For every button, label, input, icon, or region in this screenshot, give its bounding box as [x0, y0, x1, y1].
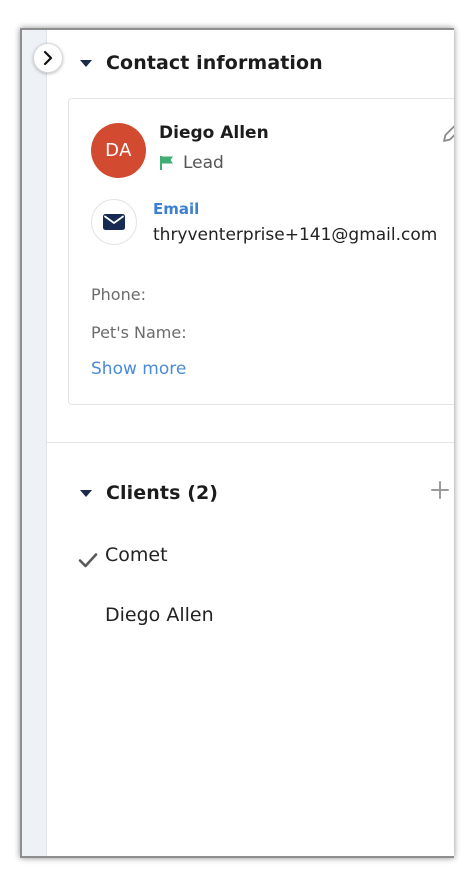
contact-info-toggle[interactable]: Contact information: [80, 52, 323, 74]
panel-rail: [22, 30, 47, 856]
checkmark-icon: [78, 553, 98, 568]
email-icon-badge: [91, 199, 137, 245]
envelope-icon: [103, 214, 125, 230]
client-item-comet[interactable]: Comet: [105, 544, 168, 566]
clients-toggle[interactable]: Clients (2): [80, 482, 218, 504]
pets-name-field-label: Pet's Name:: [91, 323, 187, 342]
plus-icon: [431, 481, 449, 499]
chevron-right-icon: [43, 50, 53, 66]
client-item-diego-allen[interactable]: Diego Allen: [105, 604, 214, 626]
status-label: Lead: [183, 153, 224, 173]
client-name: Comet: [105, 544, 168, 566]
flag-icon: [160, 156, 173, 170]
edit-contact-button[interactable]: [440, 119, 454, 149]
contact-card: DA Diego Allen Lead Email thryventerpris…: [68, 98, 454, 405]
email-value[interactable]: thryventerprise+141@gmail.com: [153, 225, 437, 245]
contact-name: Diego Allen: [159, 123, 269, 143]
add-client-button[interactable]: [430, 480, 450, 504]
section-divider: [46, 442, 454, 443]
email-label: Email: [153, 200, 200, 218]
pencil-icon: [443, 125, 454, 142]
client-name: Diego Allen: [105, 604, 214, 626]
phone-field-label: Phone:: [91, 285, 146, 304]
caret-down-icon: [80, 59, 92, 67]
show-more-link[interactable]: Show more: [91, 359, 186, 379]
contact-info-title: Contact information: [106, 52, 323, 74]
avatar: DA: [91, 123, 146, 178]
expand-panel-button[interactable]: [33, 43, 63, 73]
status-badge: Lead: [159, 153, 224, 173]
clients-title: Clients (2): [106, 482, 219, 504]
caret-down-icon: [80, 489, 92, 497]
contact-side-panel: Contact information DA Diego Allen Lead …: [20, 28, 454, 858]
